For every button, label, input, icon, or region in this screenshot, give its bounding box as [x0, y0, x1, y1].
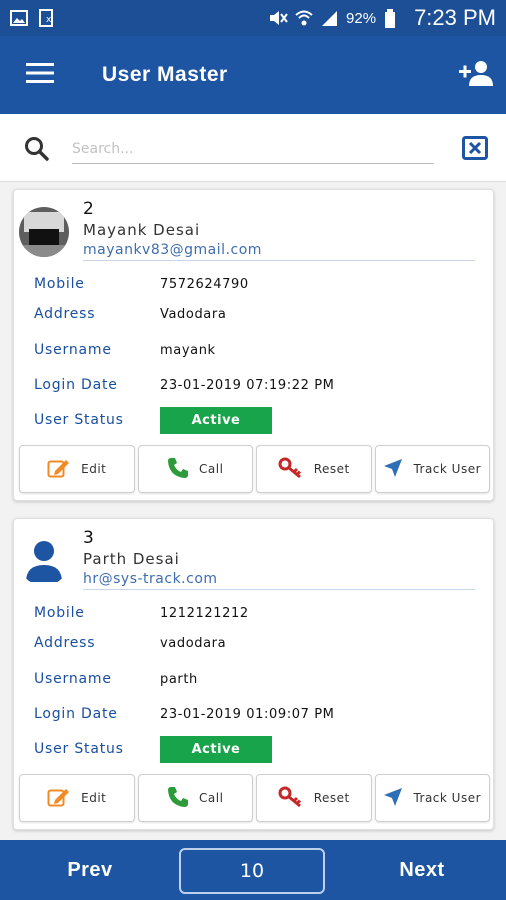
- login-date-value: 23-01-2019 01:09:07 PM: [160, 707, 335, 722]
- address-label: Address: [34, 306, 96, 322]
- page-title: User Master: [102, 63, 228, 86]
- username-value: parth: [160, 672, 198, 687]
- user-status-label: User Status: [34, 741, 124, 757]
- app-bar: User Master: [0, 36, 506, 114]
- key-icon: [278, 457, 304, 482]
- add-user-icon: [459, 60, 493, 91]
- edit-button[interactable]: Edit: [19, 774, 135, 822]
- mobile-label: Mobile: [34, 605, 85, 621]
- track-user-button[interactable]: Track User: [374, 774, 490, 822]
- status-badge: Active: [160, 736, 272, 763]
- mobile-value: 7572624790: [160, 277, 249, 292]
- hamburger-menu-icon: [26, 62, 54, 89]
- status-badge: Active: [160, 407, 272, 434]
- reset-label: Reset: [313, 791, 350, 805]
- image-icon: [10, 9, 28, 27]
- navigation-arrow-icon: [383, 787, 403, 810]
- card-actions: Edit Call Reset Track User: [19, 774, 490, 822]
- login-date-label: Login Date: [34, 706, 118, 722]
- svg-text:x: x: [46, 15, 52, 25]
- phone-icon: [167, 786, 189, 811]
- search-bar: [0, 114, 506, 182]
- login-date-label: Login Date: [34, 377, 118, 393]
- pagination-bar: Prev 10 Next: [0, 840, 506, 900]
- clear-search-icon[interactable]: [462, 136, 488, 165]
- user-id: 2: [83, 199, 94, 219]
- address-label: Address: [34, 635, 96, 651]
- user-email: hr@sys-track.com: [83, 571, 475, 590]
- mute-icon: [268, 9, 288, 27]
- track-user-button[interactable]: Track User: [374, 445, 490, 493]
- edit-label: Edit: [81, 462, 107, 476]
- document-icon: x: [38, 9, 56, 27]
- navigation-arrow-icon: [383, 458, 403, 481]
- login-date-value: 23-01-2019 07:19:22 PM: [160, 378, 335, 393]
- signal-icon: [320, 9, 338, 27]
- page-size-field[interactable]: 10: [179, 848, 325, 894]
- username-label: Username: [34, 342, 112, 358]
- user-avatar: [19, 536, 69, 586]
- next-button[interactable]: Next: [372, 850, 472, 890]
- user-card: 2 Mayank Desai mayankv83@gmail.com Mobil…: [13, 189, 494, 501]
- call-label: Call: [199, 462, 224, 476]
- user-avatar: [19, 207, 69, 257]
- status-bar: x 92% 7:23 PM: [0, 0, 506, 36]
- menu-button[interactable]: [0, 36, 80, 114]
- edit-button[interactable]: Edit: [19, 445, 135, 493]
- add-user-button[interactable]: [446, 36, 506, 114]
- edit-icon: [47, 457, 71, 482]
- call-label: Call: [199, 791, 224, 805]
- reset-label: Reset: [313, 462, 350, 476]
- user-status-label: User Status: [34, 412, 124, 428]
- search-icon: [24, 136, 50, 167]
- user-name: Parth Desai: [83, 550, 180, 568]
- card-actions: Edit Call Reset Track User: [19, 445, 490, 493]
- user-email: mayankv83@gmail.com: [83, 242, 475, 261]
- mobile-label: Mobile: [34, 276, 85, 292]
- phone-icon: [167, 457, 189, 482]
- edit-label: Edit: [81, 791, 107, 805]
- address-value: Vadodara: [160, 307, 227, 322]
- search-input[interactable]: [72, 134, 434, 164]
- track-user-label: Track User: [413, 791, 482, 805]
- reset-button[interactable]: Reset: [256, 774, 372, 822]
- address-value: vadodara: [160, 636, 227, 651]
- call-button[interactable]: Call: [137, 445, 253, 493]
- prev-button[interactable]: Prev: [40, 850, 140, 890]
- user-card: 3 Parth Desai hr@sys-track.com Mobile 12…: [13, 518, 494, 830]
- call-button[interactable]: Call: [137, 774, 253, 822]
- battery-icon: [384, 9, 402, 28]
- user-name: Mayank Desai: [83, 221, 201, 239]
- reset-button[interactable]: Reset: [256, 445, 372, 493]
- wifi-icon: [294, 9, 313, 27]
- user-id: 3: [83, 528, 94, 548]
- track-user-label: Track User: [413, 462, 482, 476]
- key-icon: [278, 786, 304, 811]
- mobile-value: 1212121212: [160, 606, 249, 621]
- username-value: mayank: [160, 343, 216, 358]
- clock: 7:23 PM: [414, 5, 496, 30]
- battery-percent: 92%: [346, 9, 377, 27]
- edit-icon: [47, 786, 71, 811]
- username-label: Username: [34, 671, 112, 687]
